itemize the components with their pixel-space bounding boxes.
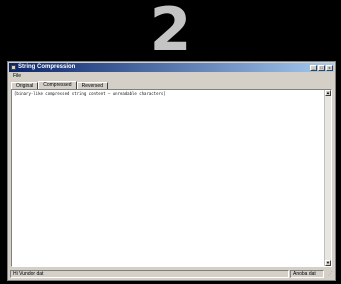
menu-file[interactable]: File: [10, 73, 24, 79]
vertical-scrollbar[interactable]: ▲ ▼: [324, 90, 331, 266]
maximize-button[interactable]: □: [318, 64, 325, 71]
tab-compressed[interactable]: Compressed: [38, 81, 77, 89]
resize-grip-icon[interactable]: ⋰: [325, 270, 333, 278]
window-title: String Compression: [18, 64, 76, 70]
tab-original[interactable]: Original: [11, 82, 39, 89]
app-window-icon: [11, 65, 16, 70]
minimize-button[interactable]: _: [310, 64, 317, 71]
app-window: String Compression _ □ x File Original C…: [7, 61, 336, 281]
menu-bar: File: [10, 73, 333, 80]
close-button[interactable]: x: [326, 64, 333, 71]
tab-strip: Original Compressed Reversed: [11, 81, 108, 89]
status-left: Hi Vundor dat: [10, 270, 289, 278]
compressed-text[interactable]: [binary-like compressed string content —…: [14, 91, 324, 266]
window-controls: _ □ x: [309, 64, 333, 71]
text-area[interactable]: [binary-like compressed string content —…: [11, 89, 332, 267]
status-right: Anoba dat: [290, 270, 324, 278]
scroll-up-icon[interactable]: ▲: [325, 90, 331, 96]
tab-reversed[interactable]: Reversed: [76, 82, 108, 89]
banner-number: 2: [149, 0, 192, 65]
title-bar[interactable]: String Compression _ □ x: [9, 63, 334, 72]
status-bar: Hi Vundor dat Anoba dat ⋰: [10, 270, 333, 278]
scroll-down-icon[interactable]: ▼: [325, 260, 331, 266]
